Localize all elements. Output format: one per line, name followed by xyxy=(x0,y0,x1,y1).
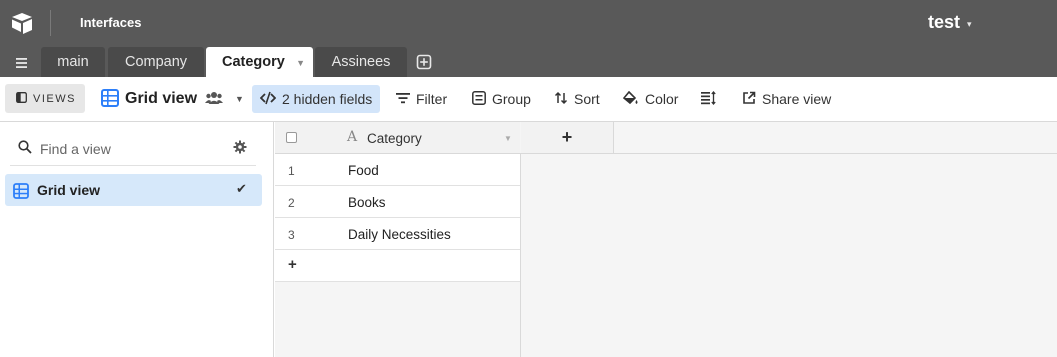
filter-button[interactable]: Filter xyxy=(396,85,447,113)
external-link-icon xyxy=(742,91,762,108)
add-row-button[interactable]: + xyxy=(275,250,520,282)
logo-divider xyxy=(50,10,51,36)
filter-icon xyxy=(396,91,416,107)
category-cell[interactable]: Daily Necessities xyxy=(348,227,451,242)
plus-icon: + xyxy=(288,256,297,273)
text-field-icon: A xyxy=(347,129,358,145)
grid-view-icon xyxy=(101,88,125,110)
check-icon: ✔ xyxy=(236,181,247,196)
hidden-fields-button[interactable]: 2 hidden fields xyxy=(252,85,381,113)
find-view-input[interactable] xyxy=(40,138,220,160)
row-number: 3 xyxy=(288,228,295,242)
grid-view-icon xyxy=(13,183,29,204)
view-switcher[interactable]: Grid view ▼ xyxy=(101,85,244,113)
category-cell[interactable]: Books xyxy=(348,195,386,210)
sidebar-item-grid-view[interactable]: Grid view ✔ xyxy=(5,174,262,206)
table-row[interactable]: 3 Daily Necessities xyxy=(275,218,520,250)
tab-category[interactable]: Category ▼ xyxy=(206,47,313,77)
tab-main[interactable]: main xyxy=(41,47,105,77)
search-icon xyxy=(18,140,32,159)
share-view-button[interactable]: Share view xyxy=(742,85,831,113)
caret-down-icon[interactable]: ▼ xyxy=(296,58,305,68)
filter-label: Filter xyxy=(416,91,448,107)
row-height-icon xyxy=(701,90,722,108)
base-name[interactable]: test xyxy=(928,12,960,33)
column-header-label: Category xyxy=(367,131,422,146)
row-number: 2 xyxy=(288,196,295,210)
views-sidebar: Grid view ✔ xyxy=(0,122,274,357)
top-bar: Interfaces test ▾ xyxy=(0,0,1057,46)
sidebar-item-label: Grid view xyxy=(37,182,101,198)
color-label: Color xyxy=(645,91,679,107)
paint-bucket-icon xyxy=(622,90,645,108)
tab-company[interactable]: Company xyxy=(108,47,204,77)
row-number: 1 xyxy=(288,164,295,178)
row-height-button[interactable] xyxy=(701,85,722,113)
caret-down-icon[interactable]: ▼ xyxy=(504,134,512,143)
chevron-down-icon[interactable]: ▾ xyxy=(967,19,972,30)
select-all-checkbox[interactable] xyxy=(286,132,297,143)
sort-label: Sort xyxy=(574,91,600,107)
sort-button[interactable]: Sort xyxy=(554,85,600,113)
menu-icon[interactable] xyxy=(10,55,32,71)
chevron-down-icon: ▼ xyxy=(235,94,244,104)
hidden-fields-label: 2 hidden fields xyxy=(282,91,373,107)
airtable-logo-icon[interactable] xyxy=(10,11,34,35)
gear-icon[interactable] xyxy=(233,140,247,159)
views-toggle-button[interactable]: VIEWS xyxy=(5,84,85,113)
group-button[interactable]: Group xyxy=(472,85,531,113)
group-label: Group xyxy=(492,91,531,107)
tab-label: Category xyxy=(222,54,285,70)
column-header-category[interactable]: A Category ▼ xyxy=(275,122,520,153)
group-icon xyxy=(472,90,492,108)
grid-left-pane: 1 Food 2 Books 3 Daily Necessities + xyxy=(275,154,521,357)
add-table-icon[interactable] xyxy=(416,54,432,70)
tab-label: Assinees xyxy=(331,54,391,70)
sort-icon xyxy=(554,91,574,108)
table-row[interactable]: 1 Food xyxy=(275,154,520,186)
tab-label: main xyxy=(57,54,89,70)
tab-assinees[interactable]: Assinees xyxy=(315,47,407,77)
grid: A Category ▼ + 1 Food 2 Books 3 Daily Ne… xyxy=(275,122,1057,357)
current-view-name: Grid view xyxy=(125,90,198,107)
tab-label: Company xyxy=(124,54,188,70)
view-toolbar: VIEWS Grid view ▼ 2 hidden fields Filter… xyxy=(0,77,1057,122)
table-row[interactable]: 2 Books xyxy=(275,186,520,218)
collaborators-icon xyxy=(205,91,229,108)
views-label: VIEWS xyxy=(33,92,76,105)
add-field-button[interactable]: + xyxy=(521,122,614,153)
sidebar-toggle-icon xyxy=(16,91,27,106)
hide-fields-icon xyxy=(259,91,282,108)
find-view-search xyxy=(10,134,256,166)
share-view-label: Share view xyxy=(762,91,832,107)
category-cell[interactable]: Food xyxy=(348,163,379,178)
interfaces-link[interactable]: Interfaces xyxy=(80,15,141,30)
table-tab-bar: main Company Category ▼ Assinees xyxy=(0,46,1057,77)
color-button[interactable]: Color xyxy=(622,85,679,113)
grid-header: A Category ▼ + xyxy=(275,122,1057,154)
